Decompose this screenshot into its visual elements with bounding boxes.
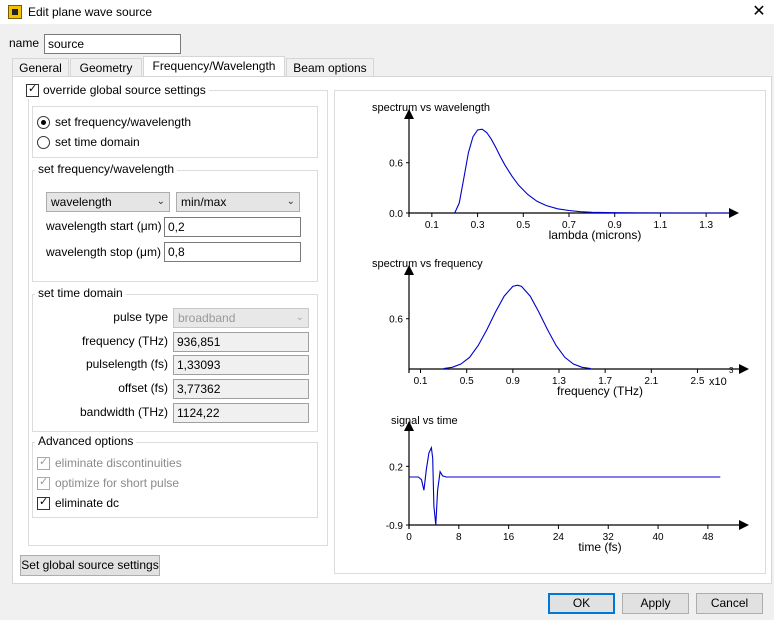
tab-frequency-wavelength[interactable]: Frequency/Wavelength	[143, 56, 285, 77]
x-axis-label: lambda (microns)	[549, 228, 642, 242]
range-select-value: min/max	[181, 195, 227, 209]
frequency-group-title: set frequency/wavelength	[35, 162, 178, 176]
eliminate-dc-checkbox[interactable]	[37, 495, 50, 510]
eliminate-discontinuities-checkbox[interactable]	[37, 455, 50, 470]
plots-svg: spectrum vs wavelength0.60.00.1 0.3 0.5 0.7…	[372, 102, 749, 554]
chevron-down-icon: ⌄	[156, 196, 165, 207]
x-axis-arrow	[739, 520, 749, 530]
x-tick-label: 0.1	[414, 376, 428, 387]
time-domain-group-title: set time domain	[35, 286, 126, 300]
x-tick-label: 1.1	[653, 220, 667, 231]
x-multiplier-exponent: 3	[729, 366, 734, 375]
pulse-type-label: pulse type	[113, 310, 168, 324]
series-line	[443, 284, 591, 370]
chart-title: spectrum vs frequency	[372, 258, 483, 270]
mode-group	[32, 106, 318, 158]
x-axis-label: frequency (THz)	[557, 384, 643, 398]
window-title: Edit plane wave source	[28, 5, 153, 19]
x-axis-arrow	[729, 208, 739, 218]
x-tick-label: 2.1	[644, 376, 658, 387]
x-tick-label: 0	[406, 532, 412, 543]
override-label: override global source settings	[43, 83, 206, 97]
x-multiplier-label: x10	[709, 376, 727, 388]
frequency-field: 936,851	[173, 332, 309, 352]
y-tick-label: 0.2	[389, 462, 403, 473]
frequency-label: frequency (THz)	[81, 334, 168, 348]
wavelength-start-input[interactable]: 0,2	[164, 217, 301, 237]
unit-select[interactable]: wavelength ⌄	[46, 192, 170, 212]
pulse-type-value: broadband	[178, 311, 236, 325]
optimize-short-pulse-checkbox[interactable]	[37, 475, 50, 490]
advanced-group-title: Advanced options	[35, 434, 137, 448]
pulselength-label: pulselength (fs)	[85, 357, 168, 371]
pulse-type-select[interactable]: broadband ⌄	[173, 308, 309, 328]
radio-set-frequency-label: set frequency/wavelength	[55, 115, 192, 129]
y-tick-label: 0.0	[389, 209, 403, 220]
bandwidth-field: 1124,22	[173, 403, 309, 423]
chevron-down-icon: ⌄	[295, 312, 304, 323]
unit-select-value: wavelength	[51, 195, 112, 209]
app-icon	[8, 5, 22, 19]
y-tick-label: 0.6	[389, 315, 403, 326]
x-tick-label: 24	[553, 532, 565, 543]
wavelength-start-label: wavelength start (μm)	[46, 219, 162, 233]
x-axis-arrow	[739, 364, 749, 374]
tab-geometry[interactable]: Geometry	[70, 58, 142, 77]
radio-set-frequency[interactable]	[37, 116, 50, 129]
chart-title: spectrum vs wavelength	[372, 102, 490, 114]
pulselength-field: 1,33093	[173, 355, 309, 375]
x-tick-label: 0.3	[471, 220, 485, 231]
x-tick-label: 48	[702, 532, 714, 543]
radio-set-time-domain[interactable]	[37, 136, 50, 149]
plots-panel: spectrum vs wavelength 0.6 0.0 0.1 0.3 0.5 0.7…	[334, 90, 766, 574]
y-tick-label: 0.6	[389, 159, 403, 170]
range-select[interactable]: min/max ⌄	[176, 192, 300, 212]
name-label: name	[9, 36, 40, 50]
eliminate-dc-label: eliminate dc	[55, 496, 120, 510]
override-checkbox[interactable]	[26, 82, 39, 97]
eliminate-discontinuities-label: eliminate discontinuities	[55, 456, 182, 470]
apply-button[interactable]: Apply	[622, 593, 689, 614]
x-tick-label: 8	[456, 532, 462, 543]
x-tick-label: 2.5	[691, 376, 705, 387]
x-tick-label: 0.5	[516, 220, 530, 231]
x-tick-label: 16	[503, 532, 515, 543]
offset-field: 3,77362	[173, 379, 309, 399]
name-input[interactable]: source	[44, 34, 181, 54]
x-tick-label: 0.1	[425, 220, 439, 231]
y-tick-label: -0.9	[386, 521, 404, 532]
offset-label: offset (fs)	[118, 381, 168, 395]
close-icon[interactable]: ✕	[744, 0, 774, 24]
bandwidth-label: bandwidth (THz)	[79, 405, 168, 419]
x-tick-label: 1.3	[699, 220, 713, 231]
optimize-short-pulse-label: optimize for short pulse	[55, 476, 180, 490]
x-tick-label: 40	[652, 532, 664, 543]
tab-general[interactable]: General	[12, 58, 69, 77]
set-global-source-settings-button[interactable]: Set global source settings	[20, 555, 160, 576]
wavelength-stop-input[interactable]: 0,8	[164, 242, 301, 262]
series-line	[409, 445, 721, 526]
ok-button[interactable]: OK	[548, 593, 615, 614]
x-tick-label: 0.9	[506, 376, 520, 387]
series-line	[454, 128, 729, 214]
chevron-down-icon: ⌄	[286, 196, 295, 207]
chart-title: signal vs time	[391, 415, 458, 427]
tab-beam-options[interactable]: Beam options	[286, 58, 374, 77]
wavelength-stop-label: wavelength stop (μm)	[46, 245, 161, 259]
x-axis-label: time (fs)	[578, 540, 621, 554]
x-tick-label: 0.5	[460, 376, 474, 387]
radio-set-time-domain-label: set time domain	[55, 135, 140, 149]
cancel-button[interactable]: Cancel	[696, 593, 763, 614]
